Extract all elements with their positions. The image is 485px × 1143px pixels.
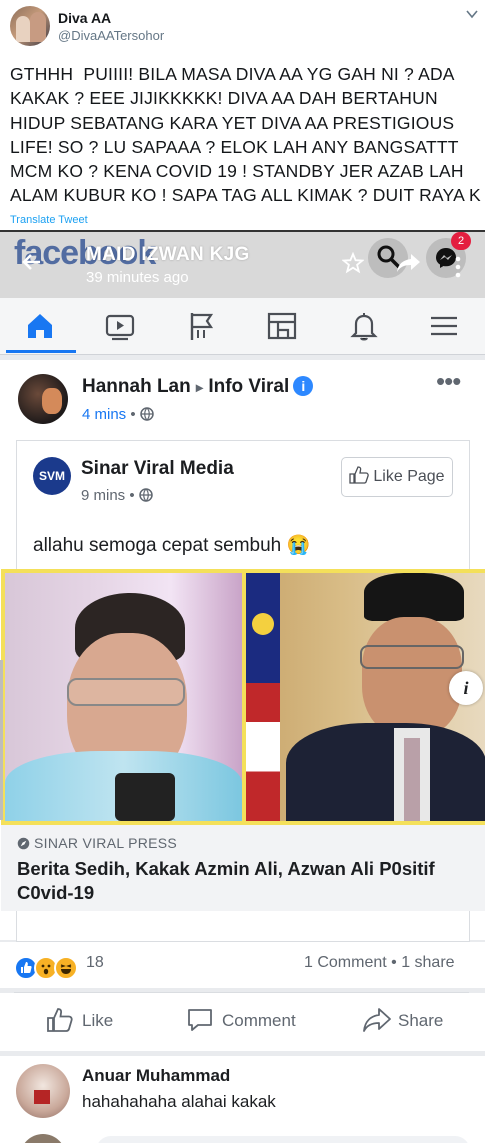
tweet-display-name[interactable]: Diva AA [58,10,111,26]
post-header: Hannah Lan ▸ Info Viral i [82,376,314,398]
comments-shares-count[interactable]: 1 Comment • 1 share [304,954,455,972]
link-title: Berita Sedih, Kakak Azmin Ali, Azwan Ali… [17,858,435,903]
tweet: Diva AA @DivaAATersohor GTHHH PUIIII! BI… [0,0,485,230]
svm-avatar[interactable]: SVM [33,457,71,495]
post-options-button[interactable]: ••• [436,366,461,397]
tweet-handle[interactable]: @DivaAATersohor [58,28,164,43]
post-actions: Like Comment Share [0,993,485,1051]
post-time: 4 mins • [82,406,154,423]
tweet-text: GTHHH PUIIII! BILA MASA DIVA AA YG GAH N… [10,64,481,206]
info-badge-icon: i [293,376,314,396]
scrollbar[interactable] [0,660,3,820]
like-button[interactable]: Like [82,1011,113,1031]
shared-post: SVM Sinar Viral Media 9 mins • Like Page… [1,440,485,942]
kebab-menu-icon[interactable] [455,256,461,284]
link-source: SINAR VIRAL PRESS [17,835,177,851]
fb-page-header: facebook MAID IZWAN KJG 39 minutes ago 2 [0,230,485,298]
chevron-down-icon[interactable] [466,8,478,22]
pages-flag-icon[interactable] [186,310,218,342]
marketplace-icon[interactable] [266,310,298,342]
news-image[interactable] [1,569,485,825]
commenter-avatar[interactable] [16,1064,70,1118]
reaction-count[interactable]: 18 [86,954,104,972]
like-thumb-icon[interactable] [46,1007,74,1033]
link-preview[interactable]: SINAR VIRAL PRESS Berita Sedih, Kakak Az… [1,825,485,911]
comments-section: Anuar Muhammad hahahahaha alahai kakak [0,1056,485,1143]
star-icon[interactable] [341,251,365,280]
reactions-bar: 18 1 Comment • 1 share [0,942,485,988]
shared-page-name[interactable]: Sinar Viral Media [81,458,234,480]
write-comment-input[interactable] [96,1136,470,1143]
fb-page-time: 39 minutes ago [86,269,189,286]
shared-post-time: 9 mins • [81,487,153,504]
info-icon[interactable]: i [449,671,483,705]
facebook-screenshot: facebook MAID IZWAN KJG 39 minutes ago 2 [0,230,485,1143]
compass-icon [17,837,30,850]
tweet-avatar[interactable] [10,6,50,46]
home-icon[interactable] [24,310,56,342]
commenter-name[interactable]: Anuar Muhammad [82,1066,230,1086]
like-page-button[interactable]: Like Page [341,457,453,497]
arrow-right-icon: ▸ [196,379,204,395]
poster-name[interactable]: Hannah Lan [82,376,191,397]
messenger-badge: 2 [451,232,471,250]
back-arrow-icon[interactable] [20,250,44,281]
news-image-right-person [246,573,485,821]
fb-nav-bar [0,298,485,355]
watch-video-icon[interactable] [104,310,136,342]
comment-text: hahahahaha alahai kakak [82,1092,276,1111]
translate-tweet-link[interactable]: Translate Tweet [10,214,88,226]
haha-reaction-icon[interactable] [54,956,78,980]
comment-button[interactable]: Comment [222,1011,296,1031]
share-icon[interactable] [362,1007,392,1033]
news-image-left-person [5,573,242,821]
comment-bubble-icon[interactable] [186,1007,214,1033]
poster-avatar[interactable] [18,374,68,424]
hamburger-menu-icon[interactable] [428,310,460,342]
globe-icon [140,407,154,421]
fb-page-name: MAID IZWAN KJG [86,244,250,265]
active-tab-indicator [6,350,76,353]
thumbs-up-icon [349,466,370,484]
post-card: Hannah Lan ▸ Info Viral i 4 mins • ••• SV… [0,360,485,942]
notifications-bell-icon[interactable] [348,310,380,342]
share-arrow-icon[interactable] [396,252,422,280]
group-name[interactable]: Info Viral [208,376,289,397]
share-button[interactable]: Share [398,1011,443,1031]
globe-icon [139,488,153,502]
shared-post-text: allahu semoga cepat sembuh 😭 [33,535,311,556]
current-user-avatar[interactable] [20,1134,66,1143]
